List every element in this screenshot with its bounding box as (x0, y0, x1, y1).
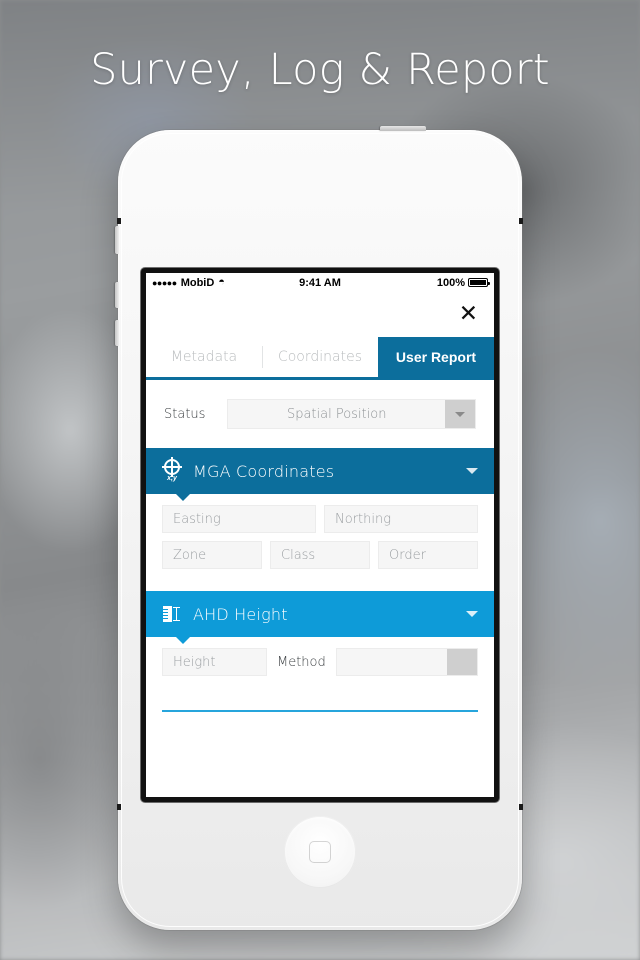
zone-input[interactable]: Zone (162, 541, 262, 569)
chevron-down-icon (466, 468, 478, 474)
home-button[interactable] (284, 816, 356, 888)
antenna-band-bottom-right (519, 804, 523, 810)
volume-down-button[interactable] (115, 320, 119, 346)
method-label: Method (277, 654, 326, 670)
next-section-peek (146, 684, 494, 712)
tab-bar: Metadata Coordinates User Report (146, 337, 494, 380)
volume-up-button[interactable] (115, 282, 119, 308)
wifi-icon: ◓ (218, 276, 225, 288)
section-header-ahd-height[interactable]: AHD Height (146, 591, 494, 644)
ruler-height-icon (162, 604, 182, 624)
signal-strength-icon: ●●●●● (152, 277, 177, 288)
chevron-down-icon (466, 611, 478, 617)
phone-device-mockup: ●●●●● MobiD ◓ 9:41 AM 100% ✕ Metadata Co… (115, 126, 523, 930)
tab-coordinates[interactable]: Coordinates (262, 337, 378, 377)
tab-coordinates-label: Coordinates (277, 349, 363, 365)
order-input[interactable]: Order (378, 541, 478, 569)
tab-metadata[interactable]: Metadata (146, 337, 262, 377)
status-select-value: Spatial Position (286, 406, 387, 422)
section-title-ahd: AHD Height (193, 604, 288, 624)
page-title: Survey, Log & Report (90, 45, 550, 95)
status-field-row: Status Spatial Position (146, 380, 494, 448)
northing-input[interactable]: Northing (324, 505, 478, 533)
status-field-label: Status (164, 406, 206, 422)
home-button-square-icon (309, 841, 331, 863)
chevron-down-icon (445, 400, 475, 428)
method-select-value (337, 649, 447, 675)
ahd-fields-block: Height Method (146, 637, 494, 684)
power-button[interactable] (380, 126, 426, 131)
method-select[interactable] (335, 648, 478, 676)
tab-user-report[interactable]: User Report (378, 337, 494, 377)
antenna-band-top-right (519, 218, 523, 224)
crosshair-xy-icon-label: x,y (167, 475, 177, 482)
section-title-mga: MGA Coordinates (193, 461, 335, 481)
status-select[interactable]: Spatial Position (227, 399, 476, 429)
antenna-band-top-left (117, 218, 121, 224)
battery-icon (468, 278, 490, 287)
close-icon[interactable]: ✕ (459, 303, 478, 326)
status-bar-right: 100% (436, 276, 490, 289)
class-input[interactable]: Class (270, 541, 370, 569)
tab-user-report-label: User Report (395, 349, 477, 365)
mga-field-row-2: Zone Class Order (162, 541, 478, 569)
app-screen: ●●●●● MobiD ◓ 9:41 AM 100% ✕ Metadata Co… (146, 273, 494, 797)
section-spacer (146, 577, 494, 591)
ahd-field-row: Height Method (162, 648, 478, 676)
tab-metadata-label: Metadata (170, 349, 238, 365)
section-header-mga-coordinates[interactable]: x,y MGA Coordinates (146, 448, 494, 501)
battery-percent-label: 100% (436, 276, 465, 289)
status-bar-left: ●●●●● MobiD ◓ (152, 277, 225, 289)
crosshair-xy-icon: x,y (162, 457, 182, 483)
next-section-header-partial[interactable] (162, 710, 478, 712)
screen-bezel: ●●●●● MobiD ◓ 9:41 AM 100% ✕ Metadata Co… (141, 268, 499, 802)
mga-fields-block: Easting Northing Zone Class Order (146, 494, 494, 577)
height-input[interactable]: Height (162, 648, 267, 676)
mga-field-row-1: Easting Northing (162, 505, 478, 533)
modal-title-bar: ✕ (146, 292, 494, 337)
carrier-name: MobiD (180, 276, 215, 289)
easting-input[interactable]: Easting (162, 505, 316, 533)
chevron-down-icon (447, 649, 477, 675)
silent-switch[interactable] (115, 226, 119, 254)
status-bar: ●●●●● MobiD ◓ 9:41 AM 100% (146, 273, 494, 292)
antenna-band-bottom-left (117, 804, 121, 810)
